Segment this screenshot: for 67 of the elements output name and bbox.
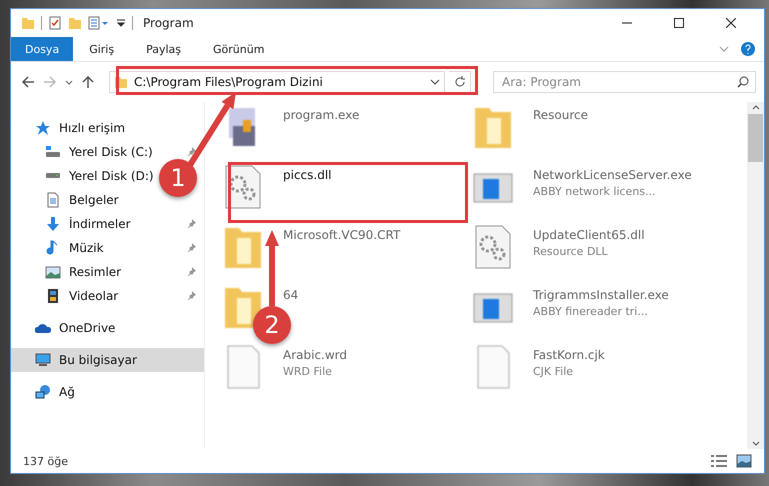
view-options-icon[interactable] xyxy=(88,16,110,30)
maximize-icon xyxy=(674,18,684,28)
address-field[interactable]: C:\Program Files\Program Dizini xyxy=(109,71,445,93)
ribbon-tab[interactable]: Görünüm xyxy=(197,37,280,61)
chevron-down-icon[interactable] xyxy=(430,77,440,87)
nav-item[interactable]: Müzik xyxy=(69,241,104,255)
network-icon xyxy=(35,384,51,400)
down-arrow-icon xyxy=(45,216,61,232)
scrollbar[interactable] xyxy=(747,102,764,449)
pin-icon[interactable] xyxy=(186,291,196,301)
file-name[interactable]: TrigrammsInstaller.exe xyxy=(533,288,669,302)
file-name[interactable]: NetworkLicenseServer.exe xyxy=(533,168,692,182)
ribbon-tab[interactable]: Giriş xyxy=(73,37,130,61)
nav-item[interactable]: Ağ xyxy=(59,385,75,399)
item-count: 137 öğe xyxy=(23,454,68,468)
ribbon-tab[interactable]: Paylaş xyxy=(130,37,197,61)
pin-icon[interactable] xyxy=(186,219,196,229)
nav-item[interactable]: Belgeler xyxy=(69,193,119,207)
pin-icon[interactable] xyxy=(186,147,196,157)
file-name[interactable]: piccs.dll xyxy=(283,168,332,182)
details-view-icon[interactable] xyxy=(710,454,728,468)
drive-icon xyxy=(45,173,61,179)
forward-arrow-icon xyxy=(43,75,57,89)
search-icon[interactable] xyxy=(737,76,749,88)
file-name[interactable]: program.exe xyxy=(283,108,360,122)
file-name[interactable]: FastKorn.cjk xyxy=(533,348,605,362)
file-description: ABBY network licens... xyxy=(533,185,657,198)
computer-icon xyxy=(35,352,51,368)
file-description: ABBY finereader tri... xyxy=(533,305,649,318)
film-icon xyxy=(45,288,61,304)
file-description: Resource DLL xyxy=(533,245,609,258)
back-arrow-icon xyxy=(21,75,35,89)
picture-icon xyxy=(45,264,61,280)
up-arrow-icon xyxy=(81,75,95,89)
gear-file-icon xyxy=(223,164,263,210)
folder-icon xyxy=(68,16,82,30)
nav-item[interactable]: İndirmeler xyxy=(69,217,131,231)
dropdown-icon[interactable] xyxy=(116,18,126,28)
properties-icon[interactable] xyxy=(48,16,62,30)
large-icons-view-icon[interactable] xyxy=(736,454,752,468)
close-icon xyxy=(726,18,736,28)
search-box[interactable]: Ara: Program xyxy=(493,71,756,93)
document-icon xyxy=(45,192,61,208)
refresh-button[interactable] xyxy=(449,71,471,93)
file-description: WRD File xyxy=(283,365,333,378)
gear-file-icon xyxy=(473,224,513,270)
file-name[interactable]: Microsoft.VC90.CRT xyxy=(283,228,400,242)
file-name[interactable]: UpdateClient65.dll xyxy=(533,228,645,242)
file-name[interactable]: Arabic.wrd xyxy=(283,348,348,362)
ribbon-tab[interactable]: Dosya xyxy=(11,37,74,61)
refresh-icon xyxy=(454,76,466,88)
star-icon xyxy=(35,120,51,136)
nav-item[interactable]: Yerel Disk (C:) xyxy=(69,145,153,159)
pin-icon[interactable] xyxy=(186,267,196,277)
file-name[interactable]: Resource xyxy=(533,108,588,122)
nav-item[interactable]: Hızlı erişim xyxy=(59,121,126,135)
drive-icon xyxy=(45,146,61,158)
window-title: Program xyxy=(143,16,194,30)
file-name[interactable]: 64 xyxy=(283,288,298,302)
nav-item[interactable]: OneDrive xyxy=(59,321,116,335)
nav-item[interactable]: Resimler xyxy=(69,265,122,279)
pin-icon[interactable] xyxy=(186,243,196,253)
scroll-thumb[interactable] xyxy=(748,114,763,162)
folder-icon xyxy=(21,16,35,30)
nav-item[interactable]: Yerel Disk (D:) xyxy=(69,169,154,183)
file-description: CJK File xyxy=(533,365,574,378)
nav-item[interactable]: Videolar xyxy=(69,289,118,303)
